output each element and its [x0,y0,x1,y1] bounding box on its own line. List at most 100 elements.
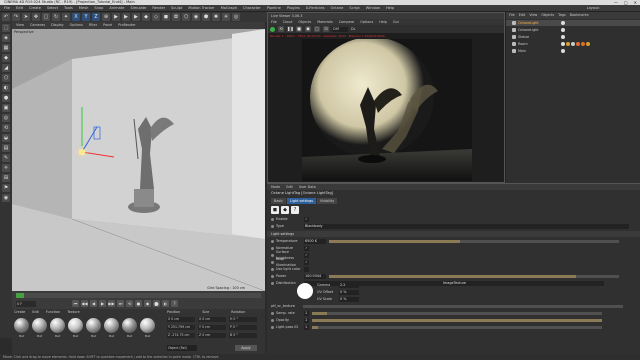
playback-button[interactable]: ▶▶ [108,300,115,307]
toolbar-icon[interactable]: ◉ [192,13,200,21]
menu-item[interactable]: Render [152,5,165,11]
tag-icon[interactable] [561,28,565,32]
toolbar-icon[interactable]: ☀ [222,13,230,21]
attribute-menu-item[interactable]: Mode [271,184,280,190]
tool-icon[interactable]: ▣ [2,104,10,112]
attribute-field[interactable]: ✓ [304,259,309,265]
material-ball[interactable] [86,318,101,333]
menu-item[interactable]: Octane [330,5,343,11]
coordinate-mode-select[interactable]: Object (Rel) [167,345,197,351]
menu-item[interactable]: Script [349,5,359,11]
attribute-menu-item[interactable]: Edit [286,184,293,190]
coordinate-field[interactable]: Y 251.799 cm [167,325,195,330]
playback-button[interactable]: ⏭ [117,300,124,307]
pause-icon[interactable]: ❚❚ [287,26,294,32]
region-icon[interactable]: ▢ [314,26,320,32]
material-item[interactable]: Mat [86,318,101,338]
tag-icon[interactable] [561,49,565,53]
material-menu-item[interactable]: Create [14,310,25,314]
menu-item[interactable]: Animate [109,5,124,11]
playback-button[interactable]: ◆ [144,300,151,307]
toolbar-icon[interactable]: ▶ [132,13,140,21]
tag-icon[interactable] [571,42,575,46]
attribute-icon[interactable]: ◼ [271,206,279,214]
toolbar-icon[interactable]: Y [82,13,90,21]
tool-icon[interactable]: ◈ [2,34,10,42]
playback-button[interactable]: ⟲ [126,300,133,307]
attribute-tab[interactable]: Visibility [317,198,338,204]
toolbar-icon[interactable]: Z [92,13,100,21]
texture-slider[interactable] [303,304,623,308]
viewport-menu-item[interactable]: Cameras [30,22,45,29]
tool-icon[interactable]: ◐ [2,84,10,92]
tag-icon[interactable] [561,35,565,39]
object-row[interactable]: Statue [506,34,640,40]
attribute-slider[interactable] [329,239,619,243]
lock-icon[interactable]: ⊡ [323,26,329,32]
attribute-icon[interactable]: ◆ [281,206,289,214]
coordinate-field[interactable]: Z 0 cm [198,333,226,338]
render-start-icon[interactable] [270,26,275,32]
menu-item[interactable]: Tools [64,5,73,11]
attribute-field[interactable] [304,266,309,272]
texture-preview[interactable] [297,283,313,299]
viewport-menu-item[interactable]: View [16,22,24,29]
menu-item[interactable]: Create [29,5,41,11]
playback-button[interactable]: ◐ [162,300,169,307]
menu-item[interactable]: X-Particles [306,5,325,11]
material-ball[interactable] [14,318,29,333]
attribute-field[interactable]: 1 [304,324,309,330]
channel-select[interactable]: Diff [332,26,348,32]
menu-item[interactable]: Motion Tracker [188,5,214,11]
tool-icon[interactable]: ✎ [2,154,10,162]
toolbar-icon[interactable]: ◎ [232,13,240,21]
material-item[interactable]: Mat [68,318,83,338]
tool-icon[interactable]: ◢ [2,64,10,72]
material-menu-item[interactable]: Edit [32,310,39,314]
toolbar-icon[interactable]: ⬢ [202,13,210,21]
coordinate-field[interactable]: Z -274.75 cm [167,333,195,338]
tool-icon[interactable]: ◉ [2,194,10,202]
tag-icon[interactable] [561,21,565,25]
menu-item[interactable]: Pipeline [267,5,281,11]
menu-item[interactable]: MoGraph [221,5,237,11]
attribute-field[interactable]: 100.9344 [304,273,326,279]
tool-icon[interactable]: ▦ [2,44,10,52]
attribute-tab[interactable]: Basic [271,198,286,204]
tool-icon[interactable]: ⬡ [2,74,10,82]
coordinate-field[interactable]: H 0 ° [229,317,257,322]
material-menu-item[interactable]: Function [46,310,60,314]
material-ball[interactable] [68,318,83,333]
menu-item[interactable]: Mesh [79,5,88,11]
playback-button[interactable]: ▶ [99,300,106,307]
object-menu-item[interactable]: Tags [558,12,566,19]
tool-icon[interactable]: ◒ [2,134,10,142]
toolbar-icon[interactable]: ◼ [162,13,170,21]
material-item[interactable]: Mat [50,318,65,338]
enable-checkbox[interactable]: ✓ [304,216,309,222]
light-settings-section[interactable]: Light settings [267,231,640,237]
toolbar-icon[interactable]: ↻ [52,13,60,21]
attribute-menu-item[interactable]: User Data [299,184,316,190]
menu-item[interactable]: Snap [94,5,103,11]
attribute-slider[interactable] [312,318,602,322]
uv-scale-field[interactable]: 0 % [339,296,359,302]
object-menu-item[interactable]: Objects [541,12,554,19]
object-menu-item[interactable]: Bookmarks [570,12,589,19]
timeline-track[interactable] [16,293,261,298]
menu-item[interactable]: Window [366,5,380,11]
material-ball[interactable] [122,318,137,333]
coordinate-field[interactable]: Y 0 cm [198,325,226,330]
toolbar-icon[interactable]: ⊕ [102,13,110,21]
tag-icon[interactable] [586,42,590,46]
playback-button[interactable]: ? [171,300,178,307]
toolbar-icon[interactable]: ✥ [32,13,40,21]
viewport-menu-item[interactable]: Display [51,22,64,29]
toolbar-icon[interactable]: ▶ [112,13,120,21]
attribute-slider[interactable] [312,311,602,315]
toolbar-icon[interactable]: ▢ [42,13,50,21]
viewport-menu-item[interactable]: Filter [89,22,97,29]
tool-icon[interactable]: ⟲ [2,124,10,132]
tag-icon[interactable] [576,42,580,46]
material-item[interactable]: Mat [32,318,47,338]
